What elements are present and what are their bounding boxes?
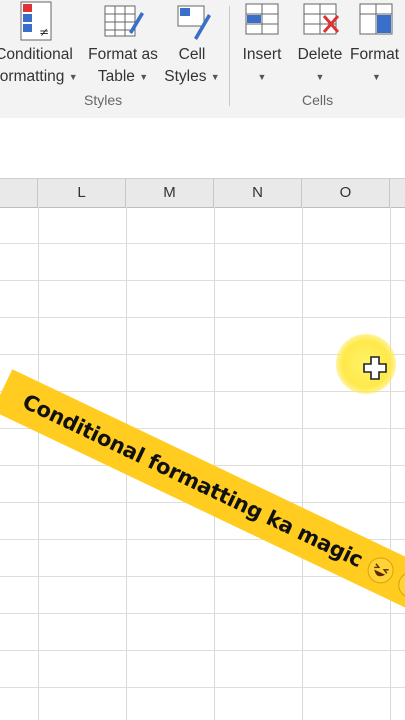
grid-line — [0, 650, 405, 651]
chevron-down-icon: ▼ — [315, 72, 325, 82]
chevron-down-icon: ▼ — [210, 72, 220, 82]
format-as-table-label-1: Format as — [88, 46, 158, 63]
column-header-o[interactable]: O — [302, 179, 390, 207]
grid-line — [0, 317, 405, 318]
format-label: Format — [350, 46, 400, 63]
grid-line — [214, 207, 215, 720]
cell-styles-label-2: Styles ▼ — [160, 66, 224, 88]
format-as-table-icon — [104, 5, 144, 37]
cells-group-label: Cells — [302, 92, 334, 108]
face-blowing-kiss-icon — [393, 567, 405, 603]
conditional-formatting-label-2: Formatting ▼ — [0, 66, 78, 88]
format-as-table-label-2-text: Table — [97, 68, 135, 86]
styles-group-label: Styles — [84, 92, 123, 108]
format-as-table-label-2: Table ▼ — [84, 66, 162, 88]
cell-styles-icon — [177, 5, 211, 40]
conditional-formatting-label-2-text: Formatting — [0, 68, 65, 86]
chevron-down-icon: ▼ — [372, 72, 381, 82]
grid-line — [0, 280, 405, 281]
insert-cells-icon — [245, 3, 279, 35]
grid-line — [0, 613, 405, 614]
svg-text:≠: ≠ — [39, 25, 49, 39]
insert-caret: ▼ — [236, 66, 288, 88]
delete-caret: ▼ — [294, 66, 346, 88]
conditional-formatting-label-1: Conditional — [0, 46, 73, 63]
conditional-formatting-button[interactable]: ≠ Conditional Formatting ▼ — [0, 0, 78, 88]
column-header-partial[interactable] — [0, 179, 38, 207]
format-caret: ▼ — [350, 66, 405, 88]
format-as-table-button[interactable]: Format as Table ▼ — [84, 0, 162, 88]
group-separator — [229, 6, 230, 106]
cell-styles-label-1: Cell — [178, 46, 206, 63]
ribbon: ≠ Conditional Formatting ▼ Format as Tab… — [0, 0, 405, 119]
delete-cells-icon — [303, 3, 340, 35]
formula-bar-area — [0, 118, 405, 178]
column-headers: L M N O — [0, 178, 405, 208]
grid-line — [390, 207, 391, 720]
chevron-down-icon: ▼ — [139, 72, 149, 82]
chevron-down-icon: ▼ — [68, 72, 78, 82]
delete-label: Delete — [297, 46, 343, 63]
grid-line — [38, 207, 39, 720]
cell-styles-button[interactable]: Cell Styles ▼ — [160, 0, 224, 88]
cell-select-cursor-icon — [363, 356, 387, 380]
grid-line — [302, 207, 303, 720]
grid-line — [0, 243, 405, 244]
column-header-p-partial[interactable] — [390, 179, 405, 207]
delete-button[interactable]: Delete ▼ — [294, 0, 346, 88]
chevron-down-icon: ▼ — [257, 72, 267, 82]
column-header-l[interactable]: L — [38, 179, 126, 207]
cell-styles-label-2-text: Styles — [164, 68, 207, 86]
conditional-formatting-icon: ≠ — [20, 1, 52, 41]
grinning-squinting-face-icon — [363, 552, 398, 588]
format-cells-icon — [359, 3, 393, 35]
insert-button[interactable]: Insert ▼ — [236, 0, 288, 88]
format-button[interactable]: Format ▼ — [350, 0, 405, 88]
column-header-n[interactable]: N — [214, 179, 302, 207]
insert-label: Insert — [242, 46, 282, 63]
column-header-m[interactable]: M — [126, 179, 214, 207]
grid-line — [0, 687, 405, 688]
